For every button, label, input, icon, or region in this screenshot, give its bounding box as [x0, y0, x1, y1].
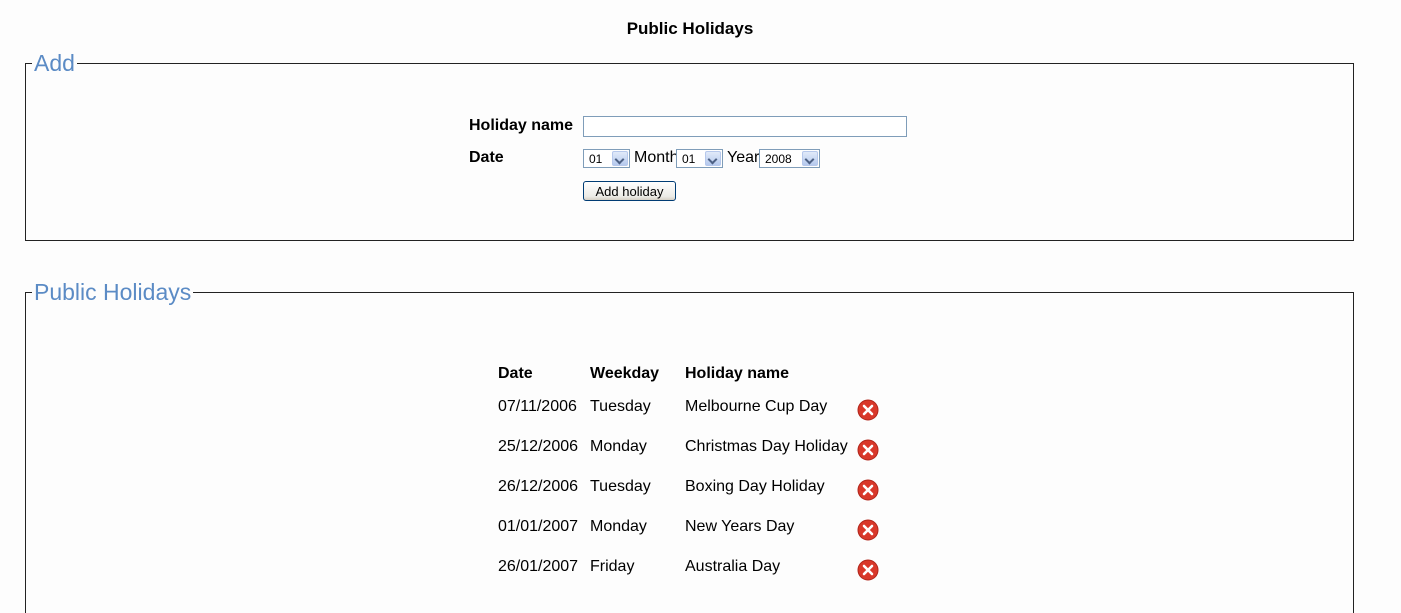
delete-icon[interactable]: [857, 559, 879, 581]
delete-icon[interactable]: [857, 479, 879, 501]
year-label: Year: [727, 149, 760, 166]
month-select[interactable]: 01: [676, 149, 723, 168]
cell-weekday: Tuesday: [590, 478, 651, 495]
cell-date: 01/01/2007: [498, 518, 579, 535]
table-row: 01/01/2007 Monday New Years Day: [0, 518, 1401, 558]
date-label: Date: [469, 149, 504, 166]
cell-date: 25/12/2006: [498, 438, 579, 455]
chevron-down-icon: [705, 151, 721, 166]
cell-holiday-name: Melbourne Cup Day: [685, 398, 828, 415]
column-header-date: Date: [498, 365, 533, 382]
holidays-legend: Public Holidays: [32, 279, 194, 305]
cell-date: 26/01/2007: [498, 558, 579, 575]
chevron-down-icon: [802, 151, 818, 166]
delete-icon[interactable]: [857, 399, 879, 421]
table-row: 07/11/2006 Tuesday Melbourne Cup Day: [0, 398, 1401, 438]
cell-weekday: Tuesday: [590, 398, 651, 415]
cell-date: 07/11/2006: [498, 398, 577, 415]
table-row: 26/01/2007 Friday Australia Day: [0, 558, 1401, 598]
month-label: Month: [634, 149, 679, 166]
holiday-name-input[interactable]: [583, 116, 907, 137]
day-select-value: 01: [589, 152, 603, 166]
day-select[interactable]: 01: [583, 149, 630, 168]
chevron-down-icon: [612, 151, 628, 166]
holiday-name-label: Holiday name: [469, 117, 574, 134]
table-row: 25/12/2006 Monday Christmas Day Holiday: [0, 438, 1401, 478]
cell-holiday-name: Boxing Day Holiday: [685, 478, 825, 495]
year-select[interactable]: 2008: [759, 149, 820, 168]
cell-weekday: Friday: [590, 558, 635, 575]
cell-weekday: Monday: [590, 518, 647, 535]
add-legend: Add: [32, 50, 77, 76]
cell-holiday-name: New Years Day: [685, 518, 795, 535]
page-title: Public Holidays: [626, 19, 754, 38]
column-header-holiday-name: Holiday name: [685, 365, 790, 382]
delete-icon[interactable]: [857, 439, 879, 461]
cell-date: 26/12/2006: [498, 478, 579, 495]
cell-holiday-name: Australia Day: [685, 558, 781, 575]
add-holiday-button[interactable]: Add holiday: [583, 181, 676, 201]
cell-weekday: Monday: [590, 438, 647, 455]
month-select-value: 01: [682, 152, 696, 166]
year-select-value: 2008: [765, 152, 792, 166]
table-row: 26/12/2006 Tuesday Boxing Day Holiday: [0, 478, 1401, 518]
delete-icon[interactable]: [857, 519, 879, 541]
cell-holiday-name: Christmas Day Holiday: [685, 438, 848, 455]
column-header-weekday: Weekday: [590, 365, 660, 382]
